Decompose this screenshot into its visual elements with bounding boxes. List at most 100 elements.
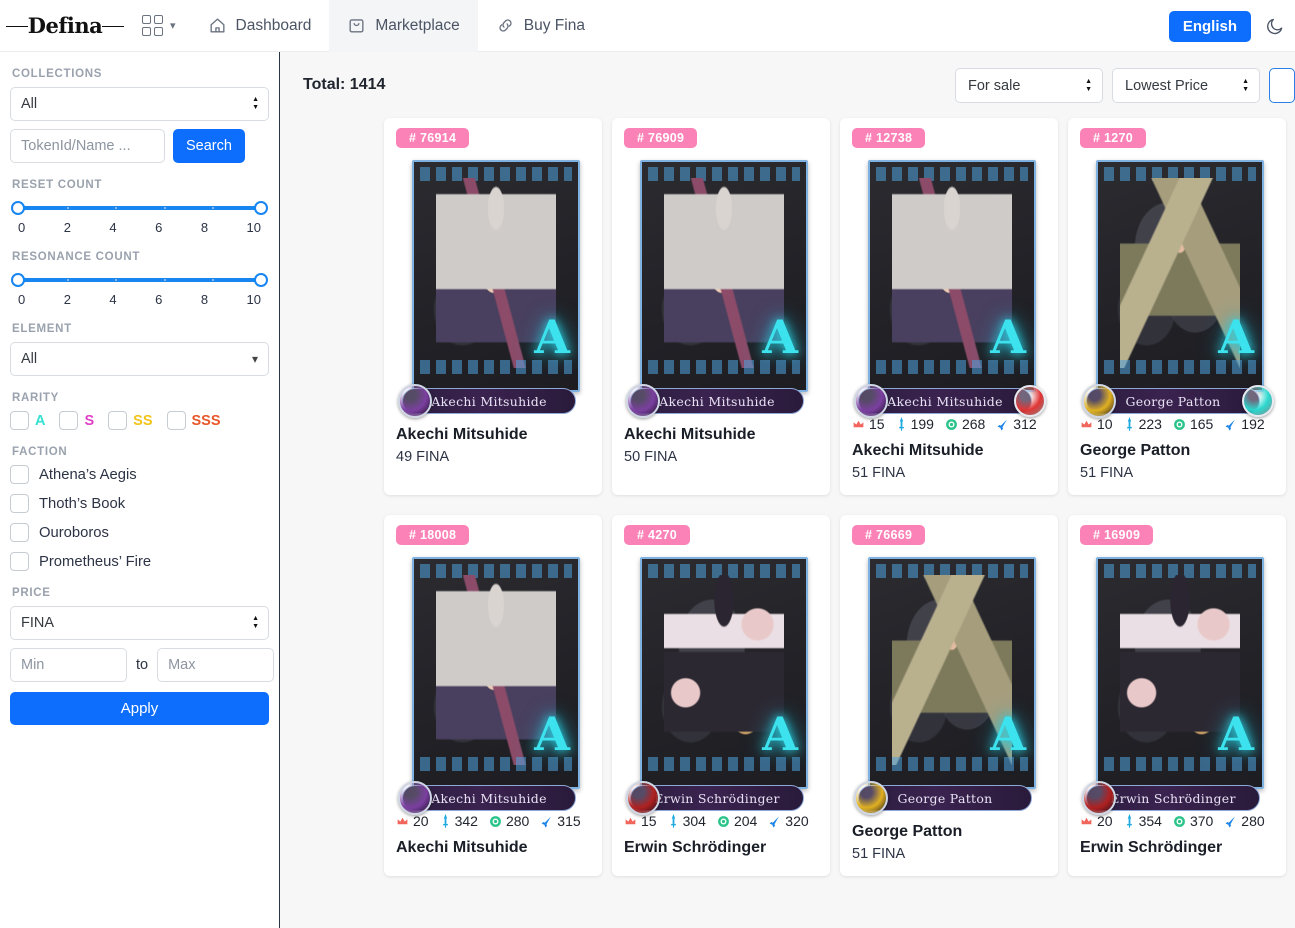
- nft-card[interactable]: # 12738 A Akechi Mitsuhide 15 199 268 312 Akech…: [840, 118, 1058, 495]
- page-body: COLLECTIONS All ▲▼ Search RESET COUNT 0 …: [0, 52, 1295, 928]
- search-input[interactable]: [10, 129, 165, 163]
- stat-level-value: 20: [1097, 813, 1113, 829]
- faction-checkbox[interactable]: [10, 523, 29, 542]
- chevron-down-icon: ▾: [170, 20, 176, 32]
- reset-count-min-handle[interactable]: [11, 201, 25, 215]
- collections-select[interactable]: All ▲ ▼: [10, 87, 269, 121]
- scale-tick: 0: [18, 292, 26, 307]
- filters-sidebar: COLLECTIONS All ▲▼ Search RESET COUNT 0 …: [0, 52, 280, 928]
- price-currency-select[interactable]: FINA ▲ ▼: [10, 606, 269, 640]
- card-character-name: Erwin Schrödinger: [1080, 839, 1223, 856]
- crown-icon: [624, 815, 637, 828]
- card-artwork[interactable]: A Erwin Schrödinger: [624, 555, 818, 815]
- moon-icon[interactable]: [1265, 16, 1285, 36]
- card-artwork[interactable]: A George Patton: [1080, 158, 1274, 418]
- rarity-checkbox-a[interactable]: [10, 411, 29, 430]
- card-id-badge[interactable]: # 76669: [852, 525, 926, 545]
- reset-count-scale: 0 2 4 6 8 10: [18, 220, 261, 235]
- stat-attack: 223: [1124, 416, 1162, 432]
- card-artwork[interactable]: A Akechi Mitsuhide: [396, 158, 590, 418]
- card-character-name: Akechi Mitsuhide: [396, 839, 528, 856]
- nft-card[interactable]: # 76909 A Akechi Mitsuhide Akechi Mitsuhide…: [612, 118, 830, 495]
- resonance-count-scale: 0 2 4 6 8 10: [18, 292, 261, 307]
- updown-icon: ▲ ▼: [252, 615, 259, 630]
- card-artwork[interactable]: A George Patton: [852, 555, 1046, 815]
- card-character-name: Akechi Mitsuhide: [396, 426, 528, 443]
- card-artwork[interactable]: A Akechi Mitsuhide: [624, 158, 818, 418]
- faction-option-prometheus-fire[interactable]: Prometheus’ Fire: [10, 552, 269, 571]
- brand-logo[interactable]: Defina: [0, 0, 130, 52]
- sort-order-value: Lowest Price: [1125, 77, 1209, 94]
- rarity-checkbox-sss[interactable]: [166, 411, 186, 430]
- lightning-icon: [768, 815, 781, 828]
- home-icon: [208, 16, 227, 35]
- stat-attack: 342: [440, 813, 478, 829]
- nft-card[interactable]: # 76669 A George Patton George Patton 51 FIN…: [840, 515, 1058, 876]
- faction-option-label: Ouroboros: [39, 524, 109, 541]
- sort-order-select[interactable]: Lowest Price ▲ ▼: [1112, 68, 1260, 103]
- reset-count-slider[interactable]: 0 2 4 6 8 10: [10, 198, 269, 235]
- nft-card[interactable]: # 4270 A Erwin Schrödinger 15 304 204 320 Erwin…: [612, 515, 830, 876]
- faction-orb-icon: [398, 384, 432, 418]
- faction-checkbox[interactable]: [10, 552, 29, 571]
- rarity-checkbox-s[interactable]: [59, 411, 79, 430]
- rarity-label-ss: SS: [133, 412, 153, 429]
- scale-tick: 2: [63, 292, 71, 307]
- nft-card[interactable]: # 16909 A Erwin Schrödinger 20 354 370 280 Erwi…: [1068, 515, 1286, 876]
- resonance-count-slider[interactable]: 0 2 4 6 8 10: [10, 270, 269, 307]
- card-id-badge[interactable]: # 4270: [624, 525, 691, 545]
- price-range-row: to: [10, 648, 275, 682]
- faction-option-label: Prometheus’ Fire: [39, 553, 152, 570]
- element-select[interactable]: All ▾: [10, 342, 269, 376]
- stat-speed: 192: [1224, 416, 1265, 432]
- reset-count-label: RESET COUNT: [12, 179, 103, 191]
- search-button[interactable]: Search: [173, 129, 245, 163]
- faction-checkbox[interactable]: [10, 465, 29, 484]
- rarity-checkbox-ss[interactable]: [108, 411, 128, 430]
- card-id-badge[interactable]: # 1270: [1080, 128, 1147, 148]
- nav-item-marketplace[interactable]: Marketplace: [329, 0, 478, 52]
- nav-item-dashboard[interactable]: Dashboard: [190, 0, 330, 52]
- price-min-input[interactable]: [10, 648, 127, 682]
- crown-icon: [1080, 418, 1093, 431]
- faction-option-ouroboros[interactable]: Ouroboros: [10, 523, 269, 542]
- grid-icon: [142, 15, 163, 36]
- status-filter-select[interactable]: For sale ▲ ▼: [955, 68, 1103, 103]
- apply-filters-button[interactable]: Apply: [10, 692, 269, 725]
- crown-icon: [852, 418, 865, 431]
- card-character-name: Akechi Mitsuhide: [852, 442, 984, 459]
- card-id-badge[interactable]: # 76909: [624, 128, 698, 148]
- shield-target-icon: [717, 815, 730, 828]
- price-max-input[interactable]: [157, 648, 275, 682]
- rarity-label: RARITY: [12, 392, 60, 404]
- faction-orb-icon: [1082, 781, 1116, 815]
- apps-menu-button[interactable]: ▾: [130, 0, 190, 52]
- reset-count-track[interactable]: [11, 201, 268, 215]
- nft-card[interactable]: # 76914 A Akechi Mitsuhide Akechi Mitsuhide…: [384, 118, 602, 495]
- card-id-badge[interactable]: # 16909: [1080, 525, 1154, 545]
- nav-item-buy-fina[interactable]: Buy Fina: [478, 0, 603, 52]
- reset-count-max-handle[interactable]: [254, 201, 268, 215]
- nft-card[interactable]: # 1270 A George Patton 10 223 165 192 George Pa…: [1068, 118, 1286, 495]
- faction-option-thoths-book[interactable]: Thoth’s Book: [10, 494, 269, 513]
- card-id-badge[interactable]: # 76914: [396, 128, 470, 148]
- faction-checkbox[interactable]: [10, 494, 29, 513]
- price-currency-value: FINA: [21, 615, 55, 631]
- view-toggle-button[interactable]: [1269, 68, 1295, 103]
- resonance-count-track[interactable]: [11, 273, 268, 287]
- nft-card[interactable]: # 18008 A Akechi Mitsuhide 20 342 280 315 Akech…: [384, 515, 602, 876]
- scale-tick: 4: [109, 292, 117, 307]
- resonance-count-min-handle[interactable]: [11, 273, 25, 287]
- card-artwork[interactable]: A Erwin Schrödinger: [1080, 555, 1274, 815]
- card-id-badge[interactable]: # 12738: [852, 128, 926, 148]
- language-button[interactable]: English: [1168, 10, 1251, 42]
- card-artwork[interactable]: A Akechi Mitsuhide: [396, 555, 590, 815]
- card-character-name: George Patton: [1080, 442, 1191, 459]
- stat-attack-value: 199: [910, 416, 934, 432]
- rarity-options: A S SS SSS: [10, 411, 269, 430]
- card-artwork[interactable]: A Akechi Mitsuhide: [852, 158, 1046, 418]
- faction-option-athenas-aegis[interactable]: Athena’s Aegis: [10, 465, 269, 484]
- card-rank-letter: A: [534, 310, 570, 364]
- card-id-badge[interactable]: # 18008: [396, 525, 470, 545]
- resonance-count-max-handle[interactable]: [254, 273, 268, 287]
